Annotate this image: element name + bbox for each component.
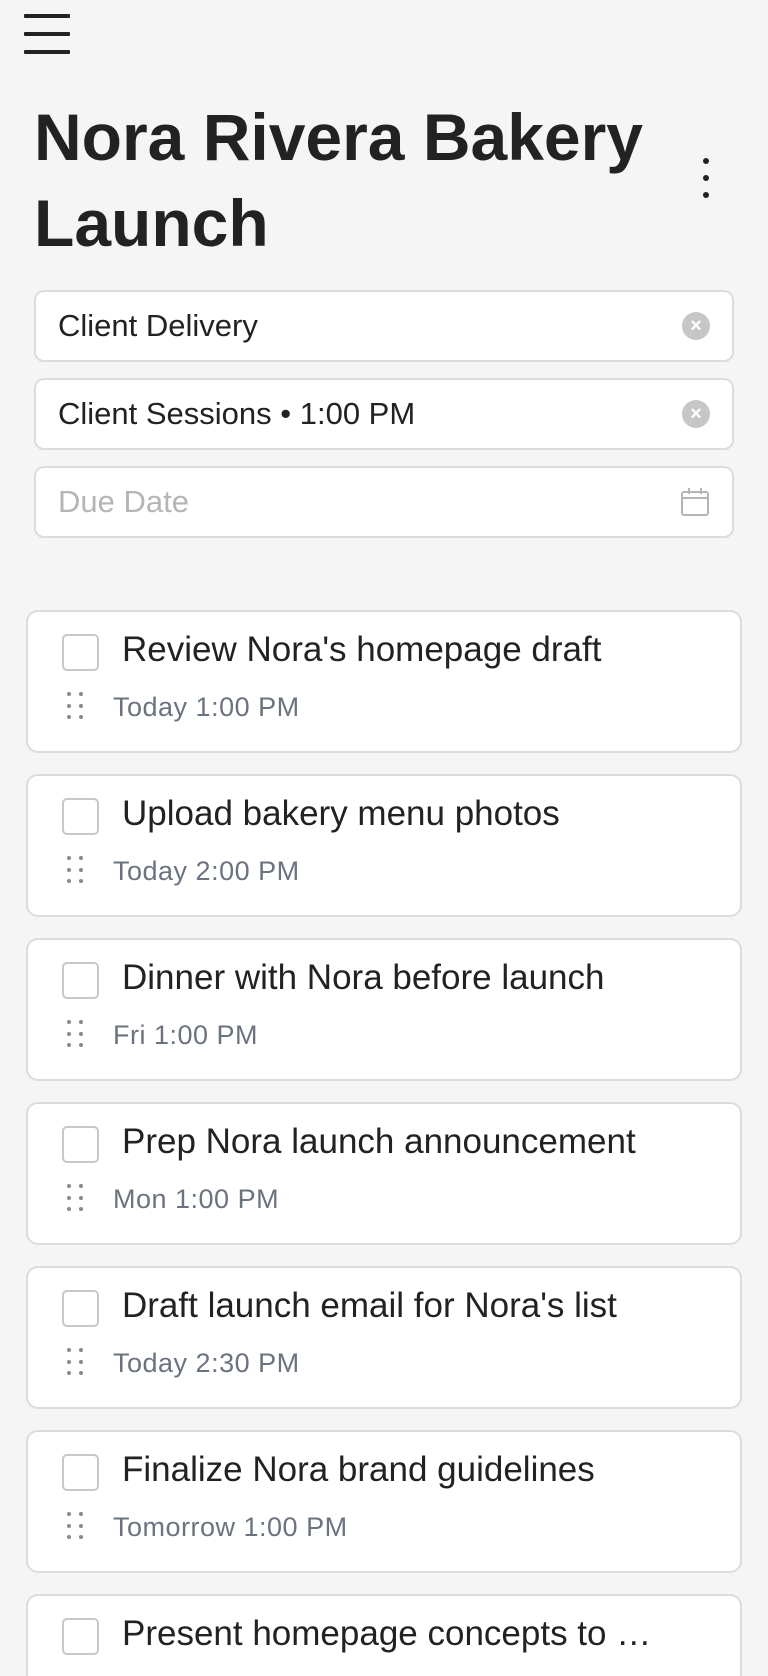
- due-date-input[interactable]: [58, 484, 680, 520]
- task-card[interactable]: Dinner with Nora before launch Fri 1:00 …: [26, 938, 742, 1081]
- reminder-field[interactable]: Client Sessions • 1:00 PM ×: [34, 378, 734, 450]
- task-checkbox[interactable]: [62, 1290, 99, 1327]
- task-card[interactable]: Draft launch email for Nora's list Today…: [26, 1266, 742, 1409]
- clear-icon[interactable]: ×: [682, 400, 710, 428]
- task-checkbox[interactable]: [62, 798, 99, 835]
- drag-handle-icon[interactable]: [67, 856, 87, 884]
- calendar-icon[interactable]: [680, 487, 710, 517]
- task-title: Dinner with Nora before launch: [122, 958, 605, 997]
- due-date-field[interactable]: [34, 466, 734, 538]
- clear-icon[interactable]: ×: [682, 312, 710, 340]
- drag-handle-icon[interactable]: [67, 1184, 87, 1212]
- task-card[interactable]: Upload bakery menu photos Today 2:00 PM: [26, 774, 742, 917]
- list-field[interactable]: Client Delivery ×: [34, 290, 734, 362]
- task-card[interactable]: Prep Nora launch announcement Mon 1:00 P…: [26, 1102, 742, 1245]
- drag-handle-icon[interactable]: [67, 692, 87, 720]
- task-card[interactable]: Review Nora's homepage draft Today 1:00 …: [26, 610, 742, 753]
- task-list-screen: Nora Rivera Bakery Launch Client Deliver…: [0, 0, 768, 1676]
- task-card[interactable]: Finalize Nora brand guidelines Tomorrow …: [26, 1430, 742, 1573]
- task-title: Present homepage concepts to …: [122, 1614, 652, 1653]
- task-due-time: Tomorrow 1:00 PM: [113, 1512, 348, 1542]
- task-checkbox[interactable]: [62, 962, 99, 999]
- task-checkbox[interactable]: [62, 634, 99, 671]
- page-title: Nora Rivera Bakery Launch: [34, 100, 644, 260]
- drag-handle-icon[interactable]: [67, 1512, 87, 1540]
- task-title: Prep Nora launch announcement: [122, 1122, 636, 1161]
- task-due-time: Mon 1:00 PM: [113, 1184, 280, 1214]
- list-field-value: Client Delivery: [58, 308, 258, 343]
- task-due-time: Today 2:30 PM: [113, 1348, 300, 1378]
- task-checkbox[interactable]: [62, 1618, 99, 1655]
- task-due-time: Today 2:00 PM: [113, 856, 300, 886]
- task-checkbox[interactable]: [62, 1126, 99, 1163]
- hamburger-menu-icon[interactable]: [24, 14, 70, 54]
- reminder-field-value: Client Sessions • 1:00 PM: [58, 396, 416, 431]
- drag-handle-icon[interactable]: [67, 1348, 87, 1376]
- more-options-icon[interactable]: [690, 158, 722, 198]
- task-title: Upload bakery menu photos: [122, 794, 560, 833]
- task-checkbox[interactable]: [62, 1454, 99, 1491]
- task-title: Draft launch email for Nora's list: [122, 1286, 617, 1325]
- task-due-time: Today 1:00 PM: [113, 692, 300, 722]
- task-due-time: Fri 1:00 PM: [113, 1020, 259, 1050]
- task-title: Finalize Nora brand guidelines: [122, 1450, 595, 1489]
- drag-handle-icon[interactable]: [67, 1020, 87, 1048]
- task-card[interactable]: Present homepage concepts to …: [26, 1594, 742, 1676]
- task-title: Review Nora's homepage draft: [122, 630, 602, 669]
